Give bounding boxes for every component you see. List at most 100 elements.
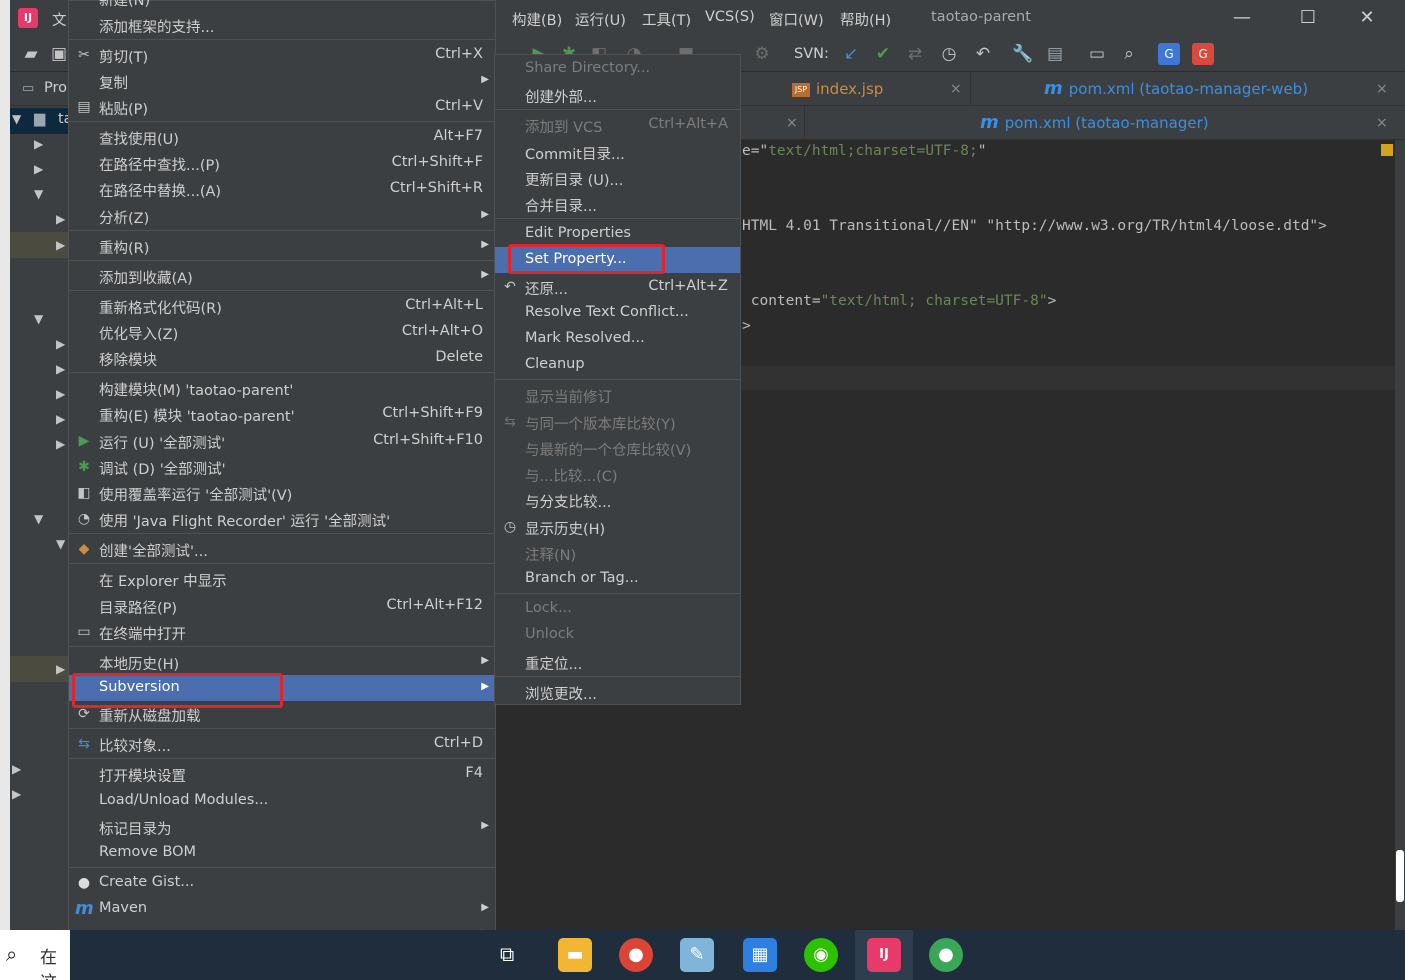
menu-item-unlock[interactable]: Unlock	[495, 622, 740, 648]
menu-item-与分支比较[interactable]: 与分支比较...	[495, 487, 740, 513]
save-icon[interactable]: ▣	[48, 43, 70, 65]
menu-item-share-directory[interactable]: Share Directory...	[495, 56, 740, 82]
menu-item-mark-resolved[interactable]: Mark Resolved...	[495, 326, 740, 352]
menu-item-在-explorer-中显示[interactable]: 在 Explorer 中显示	[69, 566, 495, 592]
menu-item-重构-r[interactable]: 重构(R) ▶	[69, 233, 495, 259]
close-icon[interactable]: ×	[786, 106, 798, 140]
menu-item-load-unload-modules[interactable]: Load/Unload Modules...	[69, 788, 495, 814]
tab-pom-manager[interactable]: m pom.xml (taotao-manager)	[980, 106, 1209, 140]
chevron-right-icon[interactable]: ▶	[56, 212, 65, 226]
translate-icon[interactable]: G	[1158, 43, 1180, 65]
menu-item-显示当前修订[interactable]: 显示当前修订	[495, 382, 740, 408]
menu-item-重定位[interactable]: 重定位...	[495, 649, 740, 675]
file-explorer-icon[interactable]: ▬	[558, 938, 592, 972]
warning-marker[interactable]	[1381, 144, 1393, 156]
menu-item-使用覆盖率运行-全部测试-v[interactable]: ◧ 使用覆盖率运行 '全部测试'(V)	[69, 480, 495, 506]
menu-item-lock[interactable]: Lock...	[495, 596, 740, 622]
chevron-down-icon[interactable]: ▼	[34, 312, 43, 326]
chevron-right-icon[interactable]: ▶	[56, 362, 65, 376]
history-icon[interactable]: ◷	[938, 43, 960, 65]
close-icon[interactable]: ✕	[1355, 6, 1379, 30]
menu-help[interactable]: 帮助(H)	[840, 9, 891, 30]
project-tab-label[interactable]: Pro	[44, 80, 67, 96]
menu-item-更新目录-u[interactable]: 更新目录 (U)...	[495, 165, 740, 191]
chevron-down-icon[interactable]: ▼	[34, 512, 43, 526]
chevron-right-icon[interactable]: ▶	[56, 387, 65, 401]
search-icon[interactable]: ⌕	[1118, 43, 1140, 65]
menu-item-添加框架的支持[interactable]: 添加框架的支持...	[69, 12, 495, 38]
menu-item-与-比较-c[interactable]: 与...比较...(C)	[495, 461, 740, 487]
menu-item-添加到-vcs[interactable]: 添加到 VCS Ctrl+Alt+A	[495, 112, 740, 138]
chevron-right-icon[interactable]: ▶	[56, 662, 65, 676]
tab-pom-manager-web[interactable]: m pom.xml (taotao-manager-web)	[1044, 72, 1308, 106]
menu-item-显示历史-h[interactable]: ◷ 显示历史(H)	[495, 514, 740, 540]
menu-item-maven[interactable]: m Maven ▶	[69, 896, 495, 922]
app-store-icon[interactable]: ▦	[743, 938, 777, 972]
menu-item-运行-u-全部测试[interactable]: ▶ 运行 (U) '全部测试' Ctrl+Shift+F10	[69, 428, 495, 454]
attach-icon[interactable]: ⚙	[751, 43, 773, 65]
chevron-right-icon[interactable]: ▶	[56, 337, 65, 351]
tree-row-root[interactable]: ▼ ▆ ta	[10, 108, 73, 134]
translate-alt-icon[interactable]: G	[1192, 43, 1214, 65]
browser-icon[interactable]: ●	[929, 938, 963, 972]
open-folder-icon[interactable]: ▰	[20, 43, 42, 65]
minimize-icon[interactable]: —	[1230, 6, 1254, 30]
menu-item-目录路径-p[interactable]: 目录路径(P) Ctrl+Alt+F12	[69, 593, 495, 619]
menu-item-打开模块设置[interactable]: 打开模块设置 F4	[69, 761, 495, 787]
menu-item-在终端中打开[interactable]: ▭ 在终端中打开	[69, 619, 495, 645]
menu-item-branch-or-tag[interactable]: Branch or Tag...	[495, 566, 740, 592]
wechat-icon[interactable]: ◉	[804, 938, 838, 972]
menu-item-在路径中替换-a[interactable]: 在路径中替换...(A) Ctrl+Shift+R	[69, 176, 495, 202]
tab-index-jsp[interactable]: JSP index.jsp	[792, 72, 883, 106]
editor-scrollbar[interactable]	[1395, 140, 1405, 930]
menu-item-与同一个版本库比较-y[interactable]: ⇆ 与同一个版本库比较(Y)	[495, 409, 740, 435]
menu-item-合并目录[interactable]: 合并目录...	[495, 191, 740, 217]
chevron-right-icon[interactable]: ▶	[34, 162, 43, 176]
menu-item-剪切-t[interactable]: ✂ 剪切(T) Ctrl+X	[69, 42, 495, 68]
chevron-right-icon[interactable]: ▶	[56, 412, 65, 426]
menu-file-fragment[interactable]: 文	[52, 9, 67, 30]
revert-icon[interactable]: ↶	[972, 43, 994, 65]
chevron-right-icon[interactable]: ▶	[12, 787, 21, 801]
wrench-icon[interactable]: 🔧	[1012, 43, 1034, 65]
menu-item-标记目录为[interactable]: 标记目录为 ▶	[69, 814, 495, 840]
menu-item-resolve-text-conflict[interactable]: Resolve Text Conflict...	[495, 300, 740, 326]
intellij-logo-icon[interactable]: IJ	[18, 8, 38, 28]
chevron-right-icon[interactable]: ▶	[56, 437, 65, 451]
menu-item-cleanup[interactable]: Cleanup	[495, 352, 740, 378]
menu-item-比较对象[interactable]: ⇆ 比较对象... Ctrl+D	[69, 731, 495, 757]
menu-item-调试-d-全部测试[interactable]: ✱ 调试 (D) '全部测试'	[69, 454, 495, 480]
menu-item-注释-n[interactable]: 注释(N)	[495, 540, 740, 566]
menu-item-create-gist[interactable]: ● Create Gist...	[69, 870, 495, 896]
menu-item-浏览更改[interactable]: 浏览更改...	[495, 679, 740, 705]
close-icon[interactable]: ×	[1376, 72, 1388, 106]
menu-item-新建-n[interactable]: 新建(N) ▶	[69, 0, 495, 11]
chevron-down-icon[interactable]: ▼	[34, 187, 43, 201]
menu-item-移除模块[interactable]: 移除模块 Delete	[69, 345, 495, 371]
menu-tools[interactable]: 工具(T)	[642, 9, 691, 30]
menu-item-remove-bom[interactable]: Remove BOM	[69, 840, 495, 866]
menu-item-使用-java-flight-recorder-运行-全部测试[interactable]: ◔ 使用 'Java Flight Recorder' 运行 '全部测试'	[69, 506, 495, 532]
code-editor[interactable]: e="text/html;charset=UTF-8;" HTML 4.01 T…	[740, 140, 1395, 930]
menu-item-创建外部[interactable]: 创建外部...	[495, 82, 740, 108]
menu-item-添加到收藏-a[interactable]: 添加到收藏(A) ▶	[69, 263, 495, 289]
menu-item-本地历史-h[interactable]: 本地历史(H) ▶	[69, 649, 495, 675]
menu-item-还原[interactable]: ↶ 还原... Ctrl+Alt+Z	[495, 274, 740, 300]
menu-item-与最新的一个仓库比较-v[interactable]: 与最新的一个仓库比较(V)	[495, 435, 740, 461]
chrome-icon[interactable]: ●	[619, 938, 653, 972]
task-view-icon[interactable]: ⧉	[500, 942, 514, 966]
menu-item-重新格式化代码-r[interactable]: 重新格式化代码(R) Ctrl+Alt+L	[69, 293, 495, 319]
chevron-right-icon[interactable]: ▶	[12, 762, 21, 776]
chevron-down-icon[interactable]: ▼	[56, 537, 65, 551]
menu-item-重构-e-模块-taotao-parent[interactable]: 重构(E) 模块 'taotao-parent' Ctrl+Shift+F9	[69, 401, 495, 427]
menu-item-在路径中查找-p[interactable]: 在路径中查找...(P) Ctrl+Shift+F	[69, 150, 495, 176]
chevron-right-icon[interactable]: ▶	[34, 137, 43, 151]
menu-vcs[interactable]: VCS(S)	[705, 9, 755, 25]
menu-window[interactable]: 窗口(W)	[769, 9, 824, 30]
maximize-icon[interactable]: ☐	[1296, 6, 1320, 30]
menu-item-粘贴-p[interactable]: ▤ 粘贴(P) Ctrl+V	[69, 94, 495, 120]
menu-build[interactable]: 构建(B)	[512, 9, 562, 30]
intellij-icon[interactable]: IJ	[867, 938, 901, 972]
terminal-icon[interactable]: ▭	[1086, 43, 1108, 65]
close-icon[interactable]: ×	[1376, 106, 1388, 140]
